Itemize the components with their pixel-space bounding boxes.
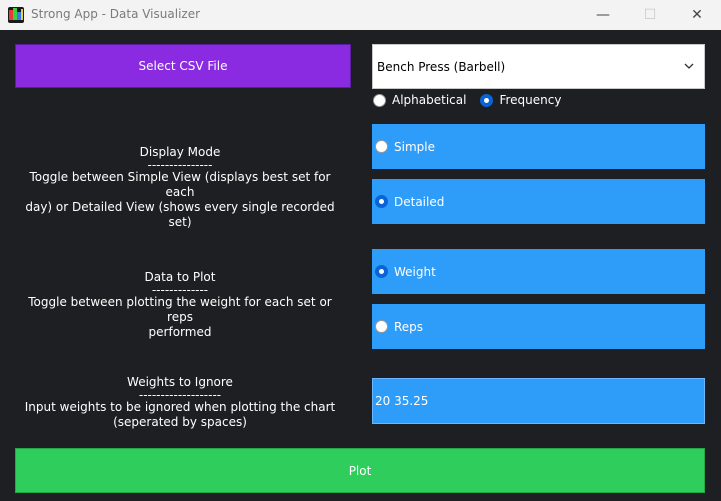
sort-alphabetical-radio[interactable]: [373, 93, 386, 107]
minimize-button[interactable]: —: [580, 0, 626, 30]
display-simple-label: Simple: [394, 139, 435, 154]
display-detailed-label: Detailed: [394, 194, 445, 209]
plot-weight-label: Weight: [394, 264, 436, 279]
sort-alphabetical-option[interactable]: Alphabetical: [373, 93, 466, 107]
sort-alphabetical-label: Alphabetical: [392, 93, 467, 107]
close-button[interactable]: ✕: [674, 0, 720, 30]
exercise-dropdown-value: Bench Press (Barbell): [377, 59, 506, 74]
display-detailed-radio[interactable]: [375, 195, 388, 208]
exercise-dropdown[interactable]: Bench Press (Barbell): [372, 44, 705, 89]
plot-button[interactable]: Plot: [15, 448, 705, 493]
display-mode-description-1: Toggle between Simple View (displays bes…: [29, 170, 331, 199]
maximize-button[interactable]: ☐: [627, 0, 673, 30]
window-title: Strong App - Data Visualizer: [31, 7, 201, 21]
chevron-down-icon: [684, 63, 694, 69]
data-to-plot-divider: -------------: [151, 283, 209, 297]
plot-reps-radio[interactable]: [375, 320, 388, 333]
data-to-plot-label: Data to Plot ------------- Toggle betwee…: [15, 270, 345, 340]
title-bar: Strong App - Data Visualizer — ☐ ✕: [0, 0, 721, 30]
weights-ignore-input[interactable]: [372, 378, 705, 424]
display-mode-label: Display Mode --------------- Toggle betw…: [15, 145, 345, 230]
weights-ignore-description-2: (seperated by spaces): [113, 415, 247, 429]
plot-label: Plot: [348, 463, 372, 478]
plot-reps-label: Reps: [394, 319, 424, 334]
display-simple-option[interactable]: Simple: [372, 124, 705, 169]
sort-options: Alphabetical Frequency: [373, 92, 575, 108]
close-icon: ✕: [691, 7, 703, 23]
display-detailed-option[interactable]: Detailed: [372, 179, 705, 224]
display-simple-radio[interactable]: [375, 140, 388, 153]
minimize-icon: —: [596, 7, 610, 23]
maximize-icon: ☐: [643, 7, 657, 23]
sort-frequency-radio[interactable]: [480, 93, 494, 107]
data-to-plot-description-1: Toggle between plotting the weight for e…: [28, 295, 332, 324]
display-mode-divider: ---------------: [147, 158, 213, 172]
data-to-plot-description-2: performed: [148, 325, 212, 339]
weights-ignore-label: Weights to Ignore ------------------- In…: [15, 375, 345, 430]
plot-reps-option[interactable]: Reps: [372, 304, 705, 349]
weights-ignore-description-1: Input weights to be ignored when plottin…: [24, 400, 336, 414]
sort-frequency-option[interactable]: Frequency: [480, 93, 561, 107]
select-csv-label: Select CSV File: [138, 59, 228, 73]
app-icon: [8, 7, 24, 23]
weights-ignore-divider: -------------------: [138, 388, 222, 402]
plot-weight-radio[interactable]: [375, 265, 388, 278]
display-mode-description-2: day) or Detailed View (shows every singl…: [25, 200, 335, 229]
sort-frequency-label: Frequency: [499, 93, 562, 107]
plot-weight-option[interactable]: Weight: [372, 249, 705, 294]
select-csv-button[interactable]: Select CSV File: [15, 44, 351, 88]
